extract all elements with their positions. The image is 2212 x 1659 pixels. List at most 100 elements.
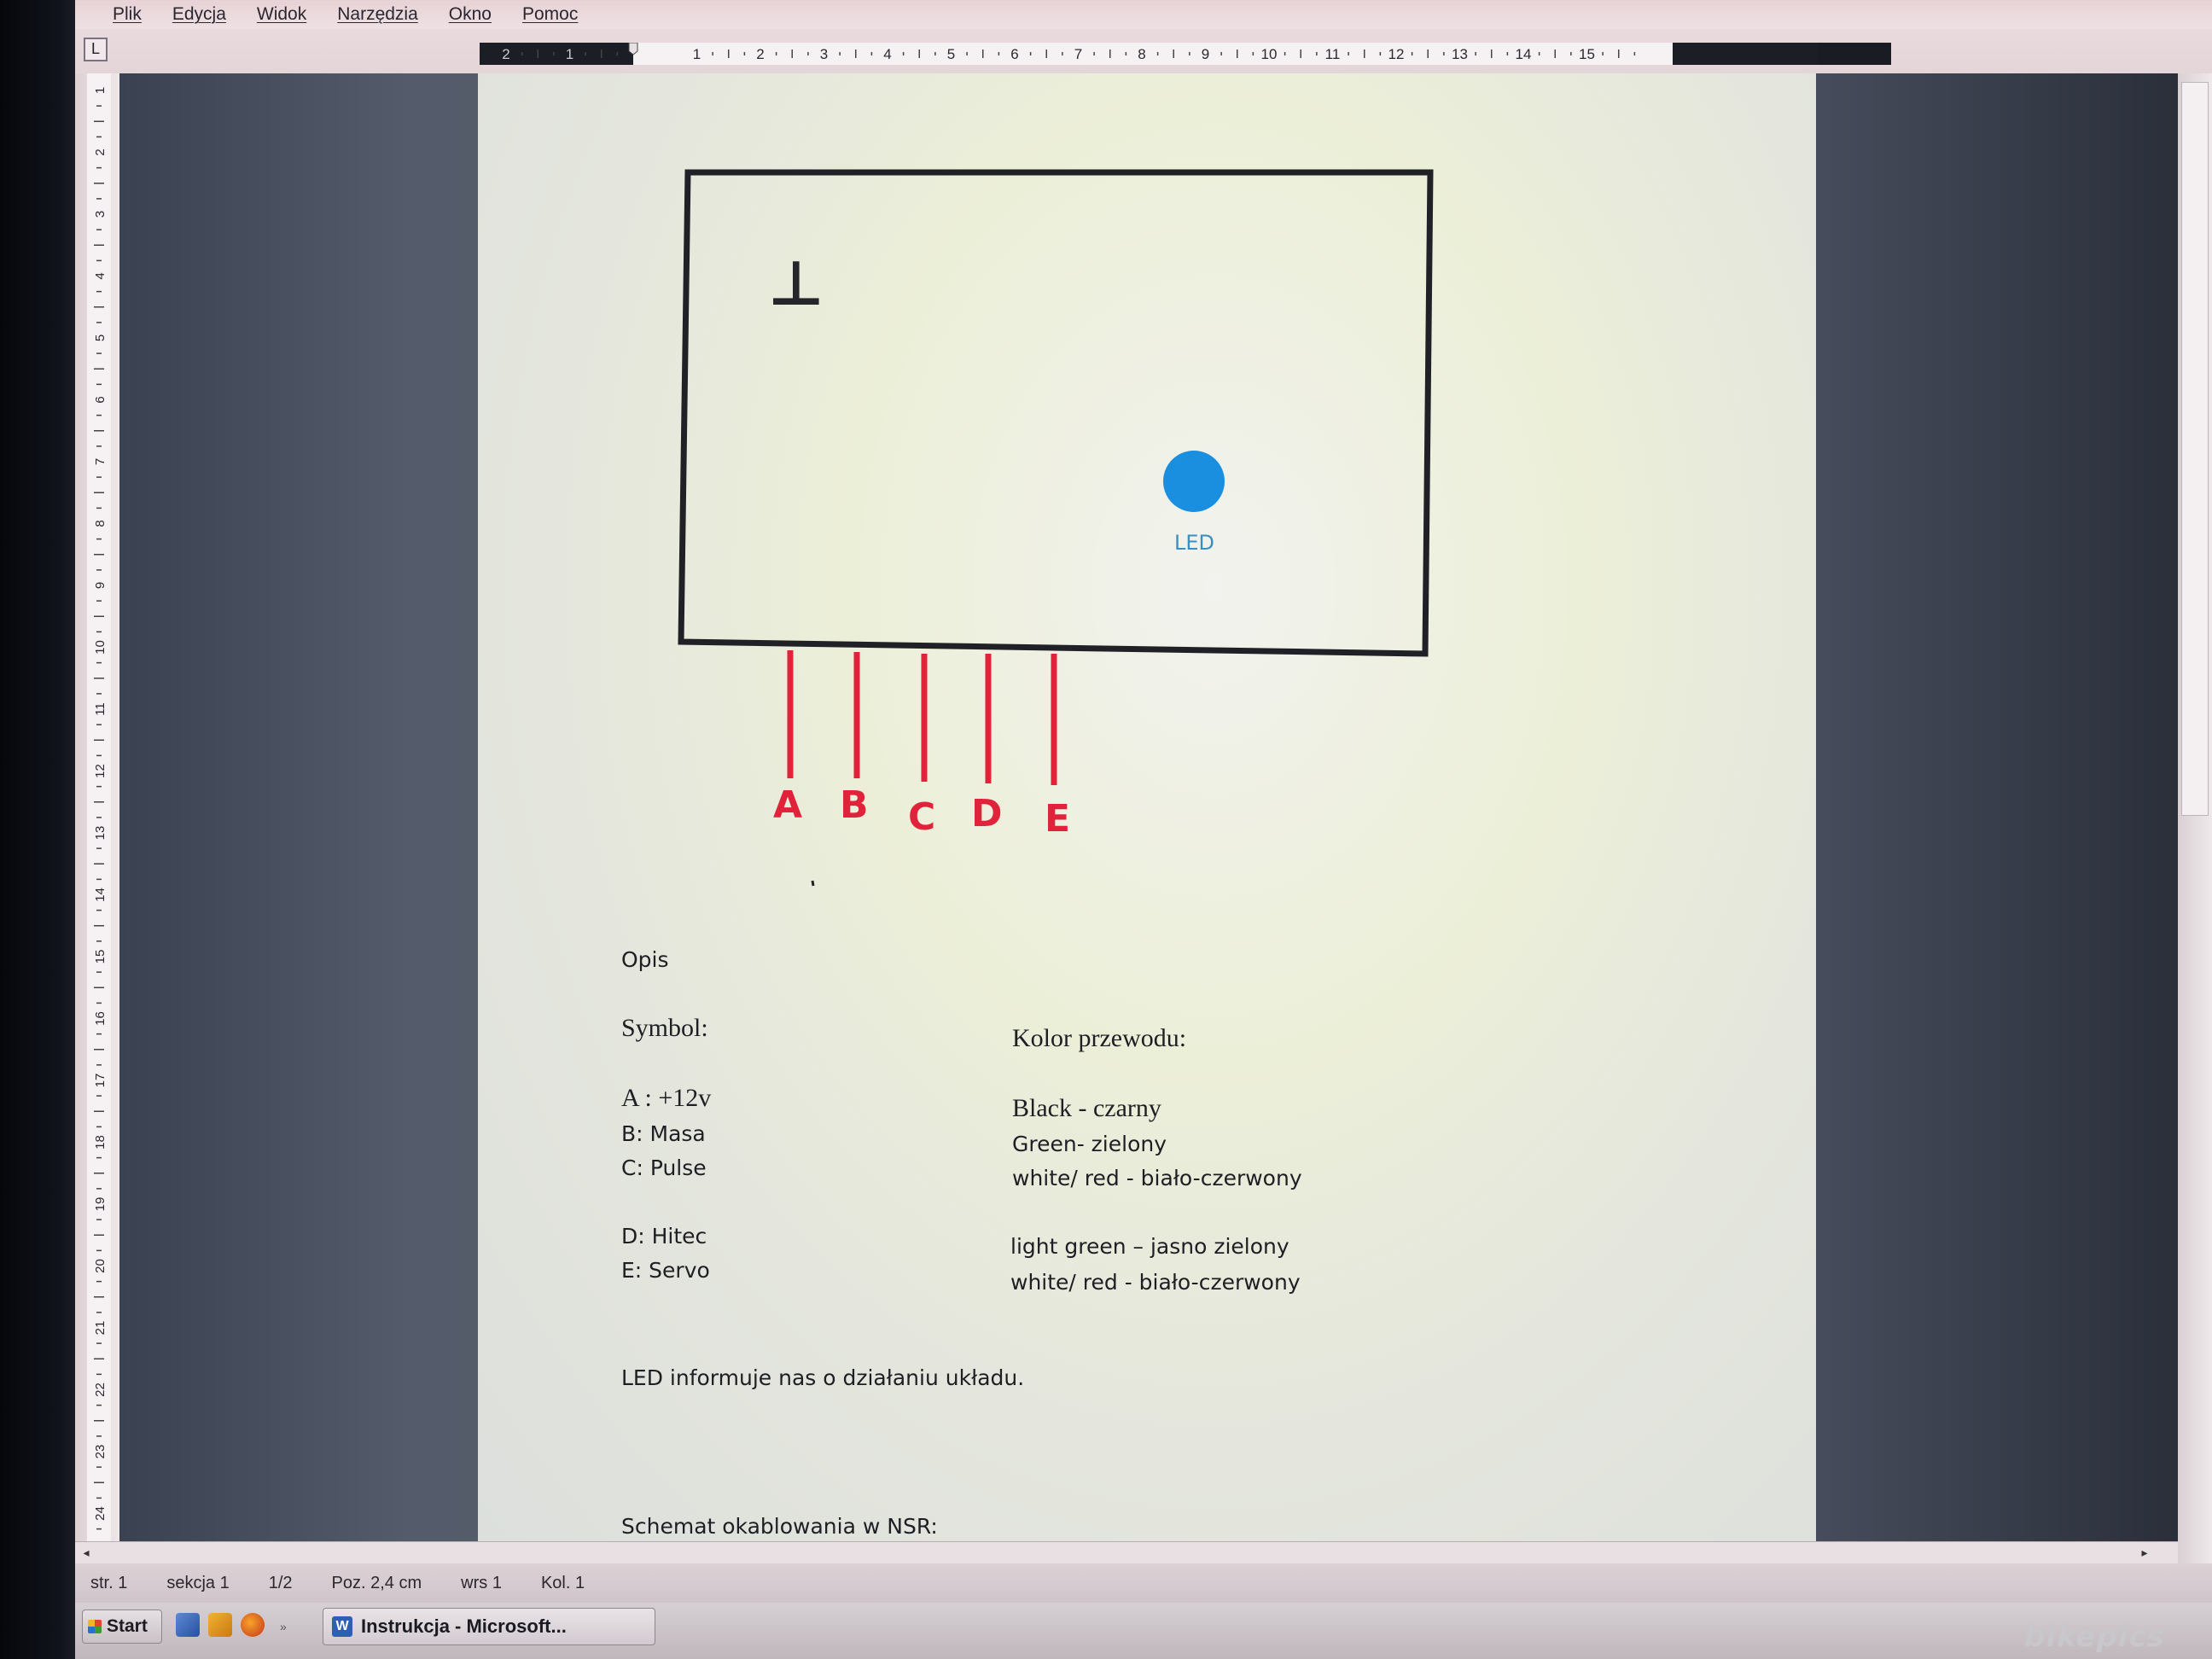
monitor-bezel [0, 0, 75, 1659]
color-light-green: light green – jasno zielony [1010, 1234, 1289, 1259]
taskbar-document-button[interactable]: W Instrukcja - Microsoft... [323, 1608, 655, 1645]
schema-title: Schemat okablowania w NSR: [621, 1514, 938, 1539]
ruler-number: 22 [93, 1382, 108, 1397]
menu-view[interactable]: Widok [245, 4, 318, 25]
menu-edit[interactable]: Edycja [160, 4, 238, 25]
circuit-diagram [678, 169, 1434, 887]
vertical-ruler-ticks: 123456789101112131415161718192021222324 [93, 87, 108, 1561]
ruler-number: 11 [1325, 46, 1341, 62]
start-button[interactable]: Start [82, 1610, 162, 1644]
ruler-number: 12 [1388, 46, 1405, 62]
firefox-icon[interactable] [241, 1613, 265, 1637]
pin-label-d: D [971, 792, 1003, 835]
ruler-number: 10 [93, 640, 108, 655]
section-heading: Opis [621, 947, 669, 972]
color-white-red: white/ red - biało-czerwony [1012, 1166, 1302, 1190]
color-green: Green- zielony [1012, 1132, 1167, 1156]
ruler-right-margin [1673, 43, 1818, 65]
color-white-red-2: white/ red - biało-czerwony [1010, 1270, 1301, 1295]
ruler-number: 10 [1261, 46, 1278, 62]
symbol-a: A : +12v [621, 1084, 712, 1112]
horizontal-ruler[interactable]: 2 1 1 2 3 4 5 6 7 8 9 10 11 12 13 14 15 [480, 43, 1891, 65]
color-header: Kolor przewodu: [1012, 1024, 1187, 1052]
ruler-number: 9 [93, 582, 108, 589]
ruler-number: 9 [1202, 46, 1209, 62]
windows-logo-icon [88, 1620, 102, 1633]
taskbar-document-label: Instrukcja - Microsoft... [361, 1615, 567, 1637]
ruler-number: 2 [502, 46, 509, 62]
vertical-ruler-track: 1 2 3 4 5 6 7 8 9 10 11 12 13 14 15 16 17 18 19 20 21 22 23 24 [87, 73, 111, 1561]
menu-tools[interactable]: Narzędzia [325, 4, 430, 25]
tab-selector-button[interactable]: L [84, 38, 108, 61]
ruler-number: 20 [93, 1259, 108, 1273]
ruler-number: 4 [93, 272, 108, 279]
ruler-number: 6 [93, 396, 108, 403]
status-page: str. 1 [90, 1573, 128, 1592]
ruler-number: 1 [566, 46, 573, 62]
taskbar: Start » W Instrukcja - Microsoft... [75, 1603, 2212, 1659]
ruler-number: 14 [93, 888, 108, 902]
ruler-number: 13 [1452, 46, 1468, 62]
status-page-count: 1/2 [268, 1573, 293, 1592]
vertical-scrollbar-thumb[interactable] [2181, 82, 2209, 816]
media-player-icon[interactable] [208, 1613, 232, 1637]
led-label: LED [1174, 531, 1215, 555]
symbol-d: D: Hitec [621, 1224, 707, 1249]
ruler-number: 15 [1579, 46, 1595, 62]
vertical-scrollbar[interactable] [2178, 73, 2212, 1592]
color-black: Black - czarny [1012, 1094, 1161, 1122]
ruler-number: 17 [93, 1074, 108, 1088]
pin-label-e: E [1045, 797, 1071, 841]
ground-symbol: ⊥ [768, 247, 824, 319]
horizontal-ruler-ticks: 2 1 1 2 3 4 5 6 7 8 9 10 11 12 13 14 15 [480, 43, 1818, 65]
ruler-number: 8 [1138, 46, 1145, 62]
menu-bar: Plik Edycja Widok Narzędzia Okno Pomoc [75, 0, 2212, 29]
ruler-number: 8 [93, 520, 108, 527]
ruler-number: 1 [693, 46, 701, 62]
ruler-number: 3 [93, 211, 108, 218]
ruler-number: 19 [93, 1197, 108, 1212]
ruler-number: 2 [93, 148, 108, 155]
ruler-number: 7 [1074, 46, 1082, 62]
pin-label-c: C [908, 795, 936, 839]
ruler-number: 5 [947, 46, 955, 62]
ruler-number: 11 [93, 702, 108, 716]
ruler-number: 3 [820, 46, 828, 62]
menu-file[interactable]: Plik [101, 4, 154, 25]
ruler-number: 23 [93, 1445, 108, 1459]
ruler-number: 21 [93, 1321, 108, 1336]
screen: Plik Edycja Widok Narzędzia Okno Pomoc L… [0, 0, 2212, 1659]
text-cursor-mark [811, 880, 815, 887]
module-box [678, 169, 1434, 657]
ruler-number: 15 [93, 950, 108, 964]
ruler-number: 12 [93, 764, 108, 778]
status-column: Kol. 1 [540, 1573, 585, 1592]
ruler-number: 4 [883, 46, 891, 62]
ruler-number: 7 [93, 458, 108, 465]
start-label: Start [107, 1616, 148, 1636]
status-line: wrs 1 [461, 1573, 502, 1592]
led-note: LED informuje nas o działaniu układu. [621, 1365, 1025, 1390]
status-bar: str. 1 sekcja 1 1/2 Poz. 2,4 cm wrs 1 Ko… [75, 1563, 2212, 1603]
quick-launch-chevron-icon[interactable]: » [280, 1620, 287, 1633]
word-document-icon: W [332, 1616, 352, 1637]
symbol-c: C: Pulse [621, 1155, 707, 1180]
scroll-left-arrow-icon[interactable]: ◂ [77, 1544, 96, 1561]
pin-label-b: B [840, 783, 869, 827]
menu-window[interactable]: Okno [437, 4, 504, 25]
show-desktop-icon[interactable] [176, 1613, 200, 1637]
vertical-ruler[interactable]: 1 2 3 4 5 6 7 8 9 10 11 12 13 14 15 16 17 18 19 20 21 22 23 24 [75, 73, 119, 1561]
menu-help[interactable]: Pomoc [510, 4, 590, 25]
ruler-number: 24 [93, 1506, 108, 1521]
led-indicator-icon [1163, 451, 1225, 512]
document-page[interactable]: ⊥ LED A B C D E Opis Symbol: A : +12v B:… [478, 73, 1816, 1541]
pin-label-a: A [773, 783, 803, 827]
ruler-number: 6 [1010, 46, 1018, 62]
symbol-e: E: Servo [621, 1258, 710, 1283]
ruler-number: 5 [93, 335, 108, 341]
ruler-number: 1 [93, 87, 108, 94]
status-position: Poz. 2,4 cm [331, 1573, 422, 1592]
scroll-right-arrow-icon[interactable]: ▸ [2135, 1544, 2154, 1561]
ruler-number: 16 [93, 1011, 108, 1026]
horizontal-scrollbar[interactable]: ◂ ▸ [75, 1541, 2178, 1563]
